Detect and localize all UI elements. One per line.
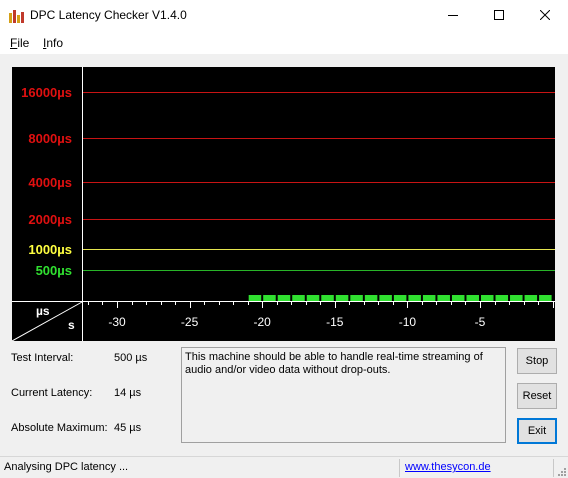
menu-info-label: nfo (46, 36, 64, 50)
latency-bar (248, 295, 262, 301)
y-tick-label: 500µs (36, 263, 72, 278)
result-message: This machine should be able to handle re… (181, 347, 506, 443)
menu-file-label: ile (17, 36, 30, 50)
latency-bar (466, 295, 479, 301)
menu-file[interactable]: File (10, 36, 29, 50)
latency-bar (408, 295, 421, 301)
exit-button[interactable]: Exit (517, 418, 557, 444)
latency-bar (292, 295, 305, 301)
latency-bar (379, 295, 392, 301)
minimize-icon (448, 15, 458, 16)
close-icon (540, 10, 550, 20)
latency-bar (321, 295, 334, 301)
status-separator (553, 459, 554, 477)
menu-bar: File Info (0, 30, 568, 54)
status-separator (399, 459, 400, 477)
website-link[interactable]: www.thesycon.de (405, 461, 491, 473)
latency-bar (306, 295, 320, 301)
corner-unit-us: µs (36, 304, 50, 318)
y-tick-label: 1000µs (28, 242, 72, 257)
y-tick-label: 16000µs (21, 85, 72, 100)
y-tick-label: 2000µs (28, 212, 72, 227)
latency-graph-canvas: 16000µs8000µs4000µs2000µs1000µs500µs µs … (12, 67, 555, 341)
latency-bar (422, 295, 436, 301)
title-bar: DPC Latency Checker V1.4.0 (0, 0, 568, 30)
x-tick-label: -30 (108, 315, 126, 329)
window-title: DPC Latency Checker V1.4.0 (30, 8, 187, 22)
reset-button[interactable]: Reset (517, 383, 557, 409)
latency-bar (510, 295, 523, 301)
latency-bar (495, 295, 509, 301)
test-interval-value: 500 µs (114, 352, 148, 364)
maximize-button[interactable] (476, 0, 522, 30)
absolute-maximum-value: 45 µs (114, 422, 142, 434)
latency-bar (364, 295, 378, 301)
latency-bar (277, 295, 291, 301)
x-tick-label: -20 (254, 315, 272, 329)
close-button[interactable] (522, 0, 568, 30)
latency-graph: 16000µs 8000µs 4000µs 2000µs 1000µs 500µs µs … (12, 67, 555, 341)
latency-bar (437, 295, 450, 301)
maximize-icon (494, 10, 504, 20)
latency-bar (263, 295, 276, 301)
corner-unit-s: s (68, 318, 75, 332)
y-tick-label: 4000µs (28, 175, 72, 190)
latency-bar (335, 295, 349, 301)
current-latency-label: Current Latency: (11, 387, 93, 399)
current-latency-value: 14 µs (114, 387, 142, 399)
status-text: Analysing DPC latency ... (4, 461, 129, 473)
stop-button[interactable]: Stop (517, 348, 557, 374)
latency-bar (524, 295, 538, 301)
latency-bar (539, 295, 552, 301)
x-tick-label: -5 (475, 315, 486, 329)
absolute-maximum-label: Absolute Maximum: (11, 422, 108, 434)
test-interval-label: Test Interval: (11, 352, 74, 364)
latency-bar (451, 295, 465, 301)
minimize-button[interactable] (430, 0, 476, 30)
menu-info[interactable]: Info (43, 36, 63, 50)
resize-grip-icon[interactable] (556, 466, 566, 476)
latency-bar (393, 295, 407, 301)
app-icon (9, 10, 24, 23)
x-tick-label: -25 (181, 315, 199, 329)
latency-bar (350, 295, 363, 301)
y-tick-label: 8000µs (28, 131, 72, 146)
latency-bar (481, 295, 494, 301)
x-tick-label: -10 (399, 315, 417, 329)
x-tick-label: -15 (326, 315, 344, 329)
status-bar: Analysing DPC latency ... www.thesycon.d… (0, 456, 568, 478)
